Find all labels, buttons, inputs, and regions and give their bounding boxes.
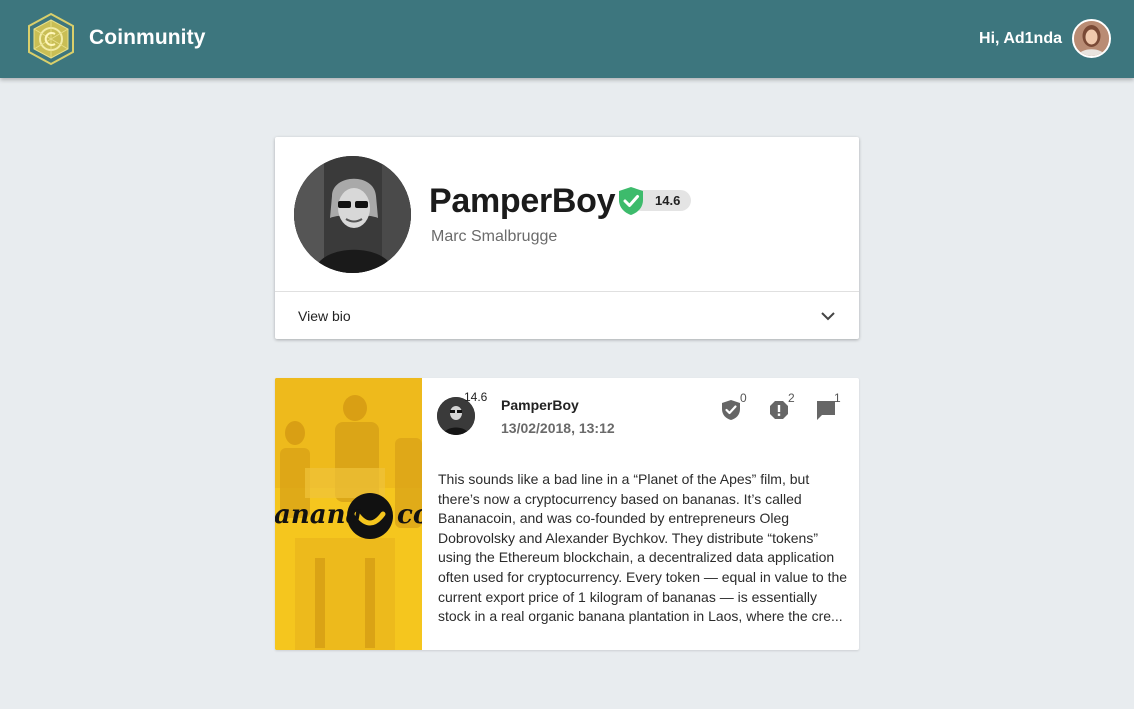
app-title[interactable]: Coinmunity <box>89 26 206 50</box>
image-text-left: anana <box>275 500 362 530</box>
user-greeting: Hi, Ad1nda <box>979 30 1062 47</box>
current-user-avatar[interactable] <box>1072 19 1111 58</box>
verify-count: 0 <box>740 391 747 405</box>
reputation-score: 14.6 <box>655 193 681 208</box>
user-photo-icon <box>1074 21 1109 56</box>
post-author-score: 14.6 <box>464 390 488 404</box>
image-text-right: co <box>397 500 422 530</box>
post-author-name[interactable]: PamperBoy <box>501 397 579 413</box>
profile-real-name: Marc Smalbrugge <box>431 228 558 245</box>
post-card[interactable]: anana co 14.6 PamperBoy 13/02/2018, 13:1… <box>275 378 859 650</box>
bananacoin-image: anana co <box>275 378 422 650</box>
coin-hexagon-logo[interactable] <box>26 12 76 66</box>
post-timestamp: 13/02/2018, 13:12 <box>501 420 615 436</box>
view-bio-toggle[interactable]: View bio <box>275 292 859 339</box>
post-thumbnail[interactable]: anana co <box>275 378 422 650</box>
chevron-down-icon <box>821 312 835 321</box>
verify-button[interactable]: 0 <box>721 391 751 426</box>
comment-count: 1 <box>834 391 841 405</box>
reputation-badge: 14.6 <box>617 186 691 215</box>
profile-username: PamperBoy <box>429 182 616 220</box>
view-bio-label: View bio <box>298 308 351 324</box>
shield-check-icon <box>722 400 740 420</box>
shield-check-icon <box>619 187 643 215</box>
top-navigation-bar: Coinmunity Hi, Ad1nda <box>0 0 1134 78</box>
post-body-text: This sounds like a bad line in a “Planet… <box>438 471 848 625</box>
report-count: 2 <box>788 391 795 405</box>
profile-card: PamperBoy 14.6 Marc Smalbrugge View bio <box>275 137 859 339</box>
profile-avatar <box>294 156 411 273</box>
report-button[interactable]: 2 <box>769 391 799 426</box>
comment-button[interactable]: 1 <box>815 391 845 426</box>
alert-octagon-icon <box>770 401 788 419</box>
profile-photo-icon <box>294 156 411 273</box>
